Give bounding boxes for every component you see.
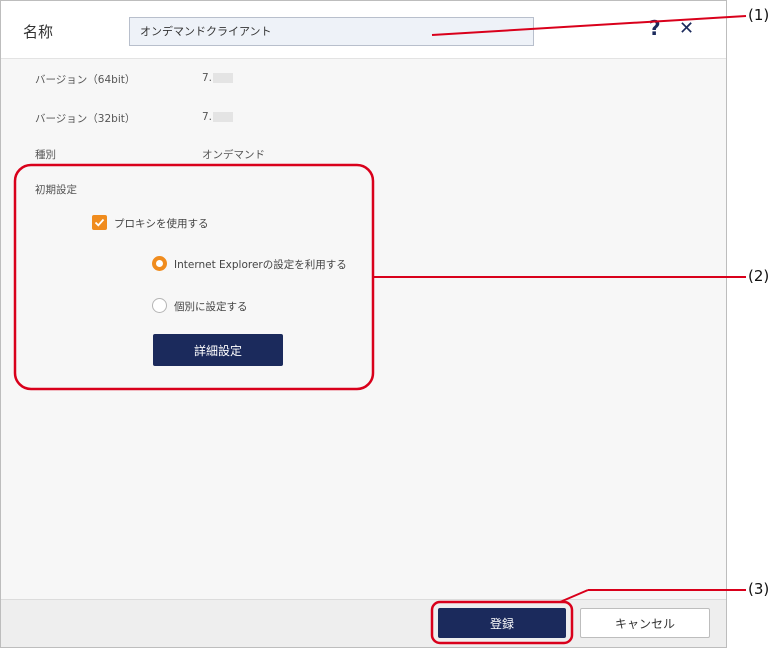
- section-highlight-box: [13, 163, 375, 391]
- callout-2-label: (2): [748, 267, 770, 285]
- annotation-overlay: [13, 15, 747, 645]
- callout-1-leader: [431, 15, 747, 36]
- register-highlight-box: [430, 600, 574, 645]
- callout-3-leader: [559, 589, 589, 603]
- callout-1-label: (1): [748, 6, 770, 24]
- callout-3-label: (3): [748, 580, 770, 598]
